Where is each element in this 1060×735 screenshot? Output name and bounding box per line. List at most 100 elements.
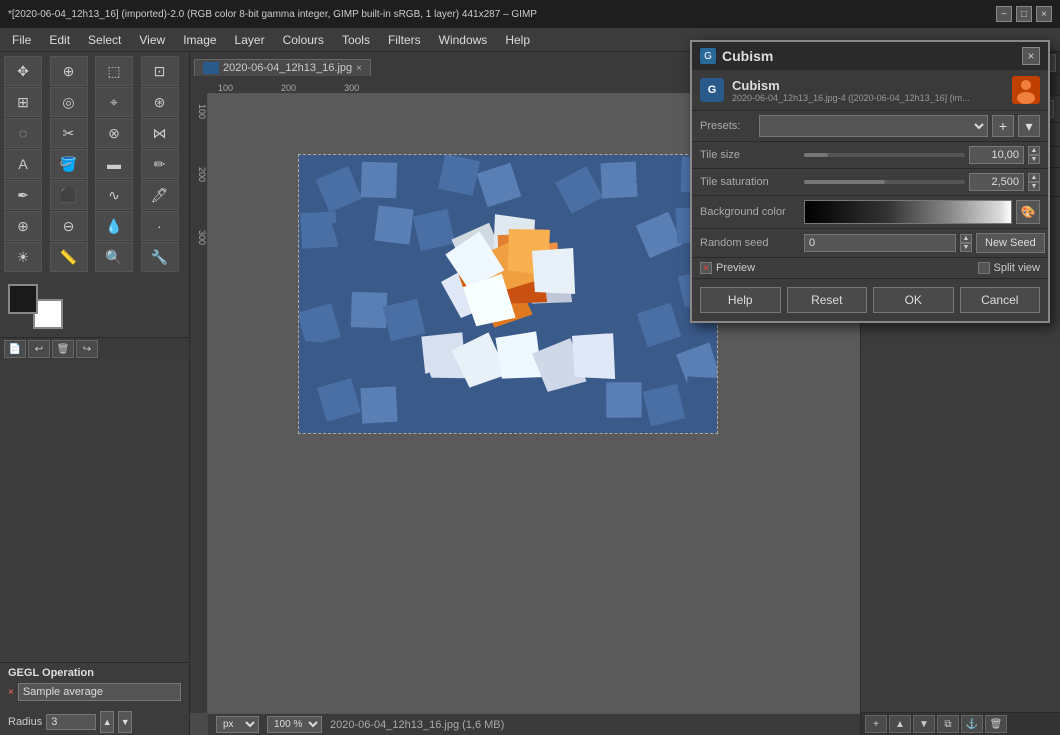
menu-view[interactable]: View (131, 31, 173, 49)
menu-layer[interactable]: Layer (227, 31, 273, 49)
tool-new-image[interactable]: 📄 (4, 340, 26, 358)
tool-color-picker[interactable]: 🔍 (95, 242, 133, 272)
seed-spin: ▲ ▼ (960, 234, 972, 252)
seed-up-btn[interactable]: ▲ (960, 234, 972, 243)
maximize-btn[interactable]: □ (1016, 6, 1032, 22)
menu-windows[interactable]: Windows (431, 31, 496, 49)
tool-scissors[interactable]: ✂ (50, 118, 88, 148)
tool-airbrush[interactable]: ∿ (95, 180, 133, 210)
tool-redo[interactable]: ↪ (76, 340, 98, 358)
menu-edit[interactable]: Edit (41, 31, 78, 49)
bg-color-picker-btn[interactable]: 🎨 (1016, 200, 1040, 224)
split-view-checkbox[interactable] (978, 262, 990, 274)
menu-file[interactable]: File (4, 31, 39, 49)
tool-blur-sharpen[interactable]: 💧 (95, 211, 133, 241)
tool-paint-bucket[interactable]: 🪣 (50, 149, 88, 179)
tool-smudge[interactable]: ∙ (141, 211, 179, 241)
canvas-tab-main[interactable]: 2020-06-04_12h13_16.jpg × (194, 59, 371, 76)
tile-sat-up-btn[interactable]: ▲ (1028, 173, 1040, 182)
tool-ellipse-select[interactable]: ◎ (50, 87, 88, 117)
tool-clone[interactable]: ⊖ (50, 211, 88, 241)
preview-checkbox[interactable]: × (700, 262, 712, 274)
new-seed-button[interactable]: New Seed (976, 233, 1045, 253)
presets-add-btn[interactable]: + (992, 115, 1014, 137)
close-btn[interactable]: × (1036, 6, 1052, 22)
tool-delete[interactable]: 🗑 (52, 340, 74, 358)
reset-button[interactable]: Reset (787, 287, 868, 313)
dialog-plugin-subtitle: 2020-06-04_12h13_16.jpg-4 ([2020-06-04_1… (732, 93, 1004, 103)
cancel-button[interactable]: Cancel (960, 287, 1041, 313)
tool-ink[interactable]: 🖊 (141, 180, 179, 210)
tab-label: 2020-06-04_12h13_16.jpg (223, 62, 352, 74)
gegl-close-icon[interactable]: × (8, 687, 14, 698)
zoom-select[interactable]: 100 % 50 % 200 % (267, 716, 322, 733)
tool-select-by-color[interactable]: ◌ (4, 118, 42, 148)
menu-help[interactable]: Help (497, 31, 538, 49)
tool-paintbrush[interactable]: ✒ (4, 180, 42, 210)
unit-select[interactable]: px mm (216, 716, 259, 733)
dialog-app-icon: G (700, 48, 716, 64)
duplicate-layer-btn[interactable]: ⧉ (937, 715, 959, 733)
tool-rect-select[interactable]: ⊞ (4, 87, 42, 117)
tool-zoom[interactable]: 🔧 (141, 242, 179, 272)
tile-size-slider-fill (804, 153, 828, 157)
tool-paths[interactable]: ⋈ (141, 118, 179, 148)
ok-button[interactable]: OK (873, 287, 954, 313)
tool-transform[interactable]: ⊡ (141, 56, 179, 86)
tool-measure[interactable]: 📏 (50, 242, 88, 272)
tool-gradient[interactable]: ▬ (95, 149, 133, 179)
split-view-row[interactable]: Split view (978, 262, 1040, 274)
preview-checkbox-row[interactable]: × Preview (700, 262, 755, 274)
tile-sat-down-btn[interactable]: ▼ (1028, 182, 1040, 191)
tool-free-select[interactable]: ⌖ (95, 87, 133, 117)
menu-image[interactable]: Image (175, 31, 224, 49)
tab-close-icon[interactable]: × (356, 63, 362, 74)
gegl-operation-input[interactable] (18, 683, 181, 701)
menu-colours[interactable]: Colours (275, 31, 332, 49)
tool-foreground-select[interactable]: ⊗ (95, 118, 133, 148)
tile-size-input[interactable] (969, 146, 1024, 164)
tool-move[interactable]: ✥ (4, 56, 42, 86)
tile-size-down-btn[interactable]: ▼ (1028, 155, 1040, 164)
seed-input[interactable] (804, 234, 956, 252)
delete-layer-btn[interactable]: 🗑 (985, 715, 1007, 733)
tile-sat-label: Tile saturation (700, 176, 800, 188)
tool-eraser[interactable]: ⬛ (50, 180, 88, 210)
lower-layer-btn[interactable]: ▼ (913, 715, 935, 733)
seed-down-btn[interactable]: ▼ (960, 243, 972, 252)
menu-filters[interactable]: Filters (380, 31, 429, 49)
color-area (0, 276, 189, 337)
tile-sat-input[interactable] (969, 173, 1024, 191)
minimize-btn[interactable]: − (996, 6, 1012, 22)
raise-layer-btn[interactable]: ▲ (889, 715, 911, 733)
radius-input[interactable] (46, 714, 96, 730)
help-button[interactable]: Help (700, 287, 781, 313)
presets-select[interactable] (759, 115, 988, 137)
tile-size-up-btn[interactable]: ▲ (1028, 146, 1040, 155)
tool-crop[interactable]: ⬚ (95, 56, 133, 86)
fg-color-box[interactable] (8, 284, 38, 314)
tool-text[interactable]: A (4, 149, 42, 179)
anchor-layer-btn[interactable]: ⚓ (961, 715, 983, 733)
gegl-title: GEGL Operation (8, 667, 181, 679)
new-layer-btn[interactable]: + (865, 715, 887, 733)
tool-heal[interactable]: ⊕ (4, 211, 42, 241)
bg-color-preview[interactable] (804, 200, 1012, 224)
radius-up-btn[interactable]: ▲ (100, 711, 114, 733)
menu-select[interactable]: Select (80, 31, 129, 49)
split-view-label: Split view (994, 262, 1040, 274)
tool-undo[interactable]: ↩ (28, 340, 50, 358)
fg-bg-colors[interactable] (8, 284, 63, 329)
tool-dodge-burn[interactable]: ☀ (4, 242, 42, 272)
dialog-plugin-title: Cubism (732, 78, 1004, 93)
tile-size-slider-track[interactable] (804, 153, 965, 157)
tile-sat-slider-track[interactable] (804, 180, 965, 184)
tool-pencil[interactable]: ✏ (141, 149, 179, 179)
menu-tools[interactable]: Tools (334, 31, 378, 49)
tool-fuzzy-select[interactable]: ⊛ (141, 87, 179, 117)
tool-align[interactable]: ⊕ (50, 56, 88, 86)
canvas-artwork (299, 155, 718, 434)
radius-down-btn[interactable]: ▼ (118, 711, 132, 733)
dialog-close-btn[interactable]: × (1022, 47, 1040, 65)
presets-menu-btn[interactable]: ▾ (1018, 115, 1040, 137)
